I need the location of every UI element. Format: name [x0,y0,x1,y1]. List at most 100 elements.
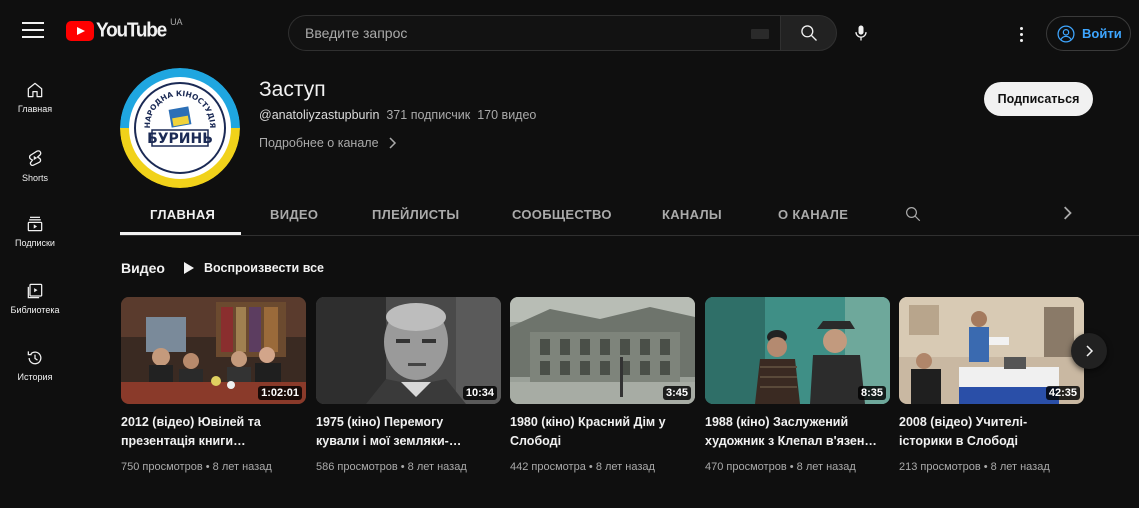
video-duration: 8:35 [857,386,886,400]
video-card[interactable]: 8:35 1988 (кіно) Заслужений художник з К… [705,297,890,473]
sidebar-item-library[interactable]: Библиотека [0,281,70,343]
search-box [288,15,781,51]
logo-text: YouTube [96,19,167,42]
video-duration: 3:45 [662,386,691,400]
sidebar-item-shorts[interactable]: Shorts [0,147,70,209]
menu-icon[interactable] [22,22,44,40]
play-all-button[interactable]: Воспроизвести все [183,261,324,275]
channel-avatar[interactable]: НАРОДНА КІНОСТУДІЯ БУРИНЬ [120,68,240,188]
youtube-play-icon [66,21,94,41]
video-title-line: художник з Клепал в'язен… [705,434,877,448]
video-card[interactable]: 3:45 1980 (кіно) Красний Дім у Слободі 4… [510,297,695,473]
video-title-line: 1980 (кіно) Красний Дім у [510,415,666,429]
keyboard-icon[interactable] [751,29,769,39]
upload-age: 8 лет назад [796,461,856,473]
upload-age: 8 лет назад [595,461,655,473]
video-title[interactable]: 1975 (кіно) Перемогу кували і мої земляк… [316,413,501,451]
search-button[interactable] [780,15,837,51]
video-meta: 213 просмотров • 8 лет назад [899,461,1084,473]
subscribe-button[interactable]: Подписаться [984,82,1093,116]
search-input[interactable] [305,16,745,50]
tab-channels[interactable]: КАНАЛЫ [662,207,722,222]
sidebar-item-subscriptions[interactable]: Подписки [0,214,70,276]
view-count: 470 просмотров [705,461,787,473]
microphone-icon [855,25,867,41]
video-thumbnail[interactable]: 8:35 [705,297,890,404]
view-count: 442 просмотра [510,461,586,473]
video-title-line: історики в Слободі [899,434,1018,448]
tab-home[interactable]: ГЛАВНАЯ [150,207,215,222]
video-duration: 10:34 [462,386,497,400]
video-meta: 750 просмотров • 8 лет назад [121,461,306,473]
sidebar-item-label: Главная [17,104,53,114]
video-title-line: презентація книги… [121,434,246,448]
video-title-line: 1975 (кіно) Перемогу [316,415,444,429]
video-thumbnail[interactable]: 42:35 [899,297,1084,404]
channel-tabs: ГЛАВНАЯ ВИДЕО ПЛЕЙЛИСТЫ СООБЩЕСТВО КАНАЛ… [120,195,1139,236]
channel-search-icon[interactable] [904,205,922,223]
video-meta: 442 просмотра • 8 лет назад [510,461,695,473]
video-title-line: 1988 (кіно) Заслужений [705,415,849,429]
video-title[interactable]: 2008 (відео) Учителі- історики в Слободі [899,413,1084,451]
video-count: 170 видео [477,108,537,122]
video-title-line: 2012 (відео) Ювілей та [121,415,261,429]
country-code: UA [170,17,183,27]
video-card[interactable]: 1:02:01 2012 (відео) Ювілей та презентац… [121,297,306,473]
video-title[interactable]: 2012 (відео) Ювілей та презентація книги… [121,413,306,451]
channel-logo-image: НАРОДНА КІНОСТУДІЯ БУРИНЬ [120,68,240,188]
active-tab-indicator [120,232,241,235]
tab-community[interactable]: СООБЩЕСТВО [512,207,612,222]
video-title-line: Слободі [510,434,562,448]
video-thumbnail[interactable]: 10:34 [316,297,501,404]
carousel-next-button[interactable] [1071,333,1107,369]
sidebar-item-label: Библиотека [10,305,60,315]
chevron-right-icon [1086,345,1094,357]
channel-name: Заступ [259,78,326,101]
chevron-right-icon [389,137,396,149]
voice-search-button[interactable] [843,15,879,51]
channel-handle: @anatoliyzastupburin [259,108,380,122]
video-title-line: 2008 (відео) Учителі- [899,415,1028,429]
tab-videos[interactable]: ВИДЕО [270,207,318,222]
video-duration: 1:02:01 [258,386,302,400]
sidebar-item-home[interactable]: Главная [0,80,70,142]
tab-about[interactable]: О КАНАЛЕ [778,207,848,222]
upload-age: 8 лет назад [990,461,1050,473]
meta-separator: • [983,461,988,473]
video-duration: 42:35 [1045,386,1080,400]
video-card[interactable]: 10:34 1975 (кіно) Перемогу кували і мої … [316,297,501,473]
avatar-bottom-text: БУРИНЬ [147,131,213,147]
sign-in-button[interactable]: Войти [1046,16,1131,51]
view-count: 750 просмотров [121,461,203,473]
about-channel-link[interactable]: Подробнее о канале [259,136,397,150]
search-icon [800,25,817,41]
video-title[interactable]: 1988 (кіно) Заслужений художник з Клепал… [705,413,890,451]
view-count: 586 просмотров [316,461,398,473]
play-icon [184,262,194,274]
meta-separator: • [205,461,210,473]
video-meta: 586 просмотров • 8 лет назад [316,461,501,473]
video-meta: 470 просмотров • 8 лет назад [705,461,890,473]
account-icon [1057,24,1075,43]
sidebar-item-history[interactable]: История [0,348,70,410]
tab-playlists[interactable]: ПЛЕЙЛИСТЫ [372,207,459,222]
tabs-next-icon[interactable] [1061,206,1073,220]
video-thumbnail[interactable]: 1:02:01 [121,297,306,404]
subscriptions-icon [27,216,43,232]
video-card[interactable]: 42:35 2008 (відео) Учителі- історики в С… [899,297,1084,473]
sign-in-label: Войти [1082,26,1122,41]
section-title: Видео [121,260,165,276]
meta-separator: • [400,461,405,473]
more-options-icon[interactable] [1006,19,1036,49]
video-thumbnail[interactable]: 3:45 [510,297,695,404]
history-icon [27,351,42,365]
upload-age: 8 лет назад [212,461,272,473]
sidebar-item-label: История [17,372,53,382]
sidebar-item-label: Shorts [21,173,48,183]
video-title-line: кували і мої земляки-… [316,434,462,448]
video-title[interactable]: 1980 (кіно) Красний Дім у Слободі [510,413,695,451]
subscriber-count: 371 подписчик [386,108,471,122]
meta-separator: • [789,461,794,473]
library-icon [27,283,43,299]
youtube-logo[interactable]: YouTube UA [66,17,183,43]
